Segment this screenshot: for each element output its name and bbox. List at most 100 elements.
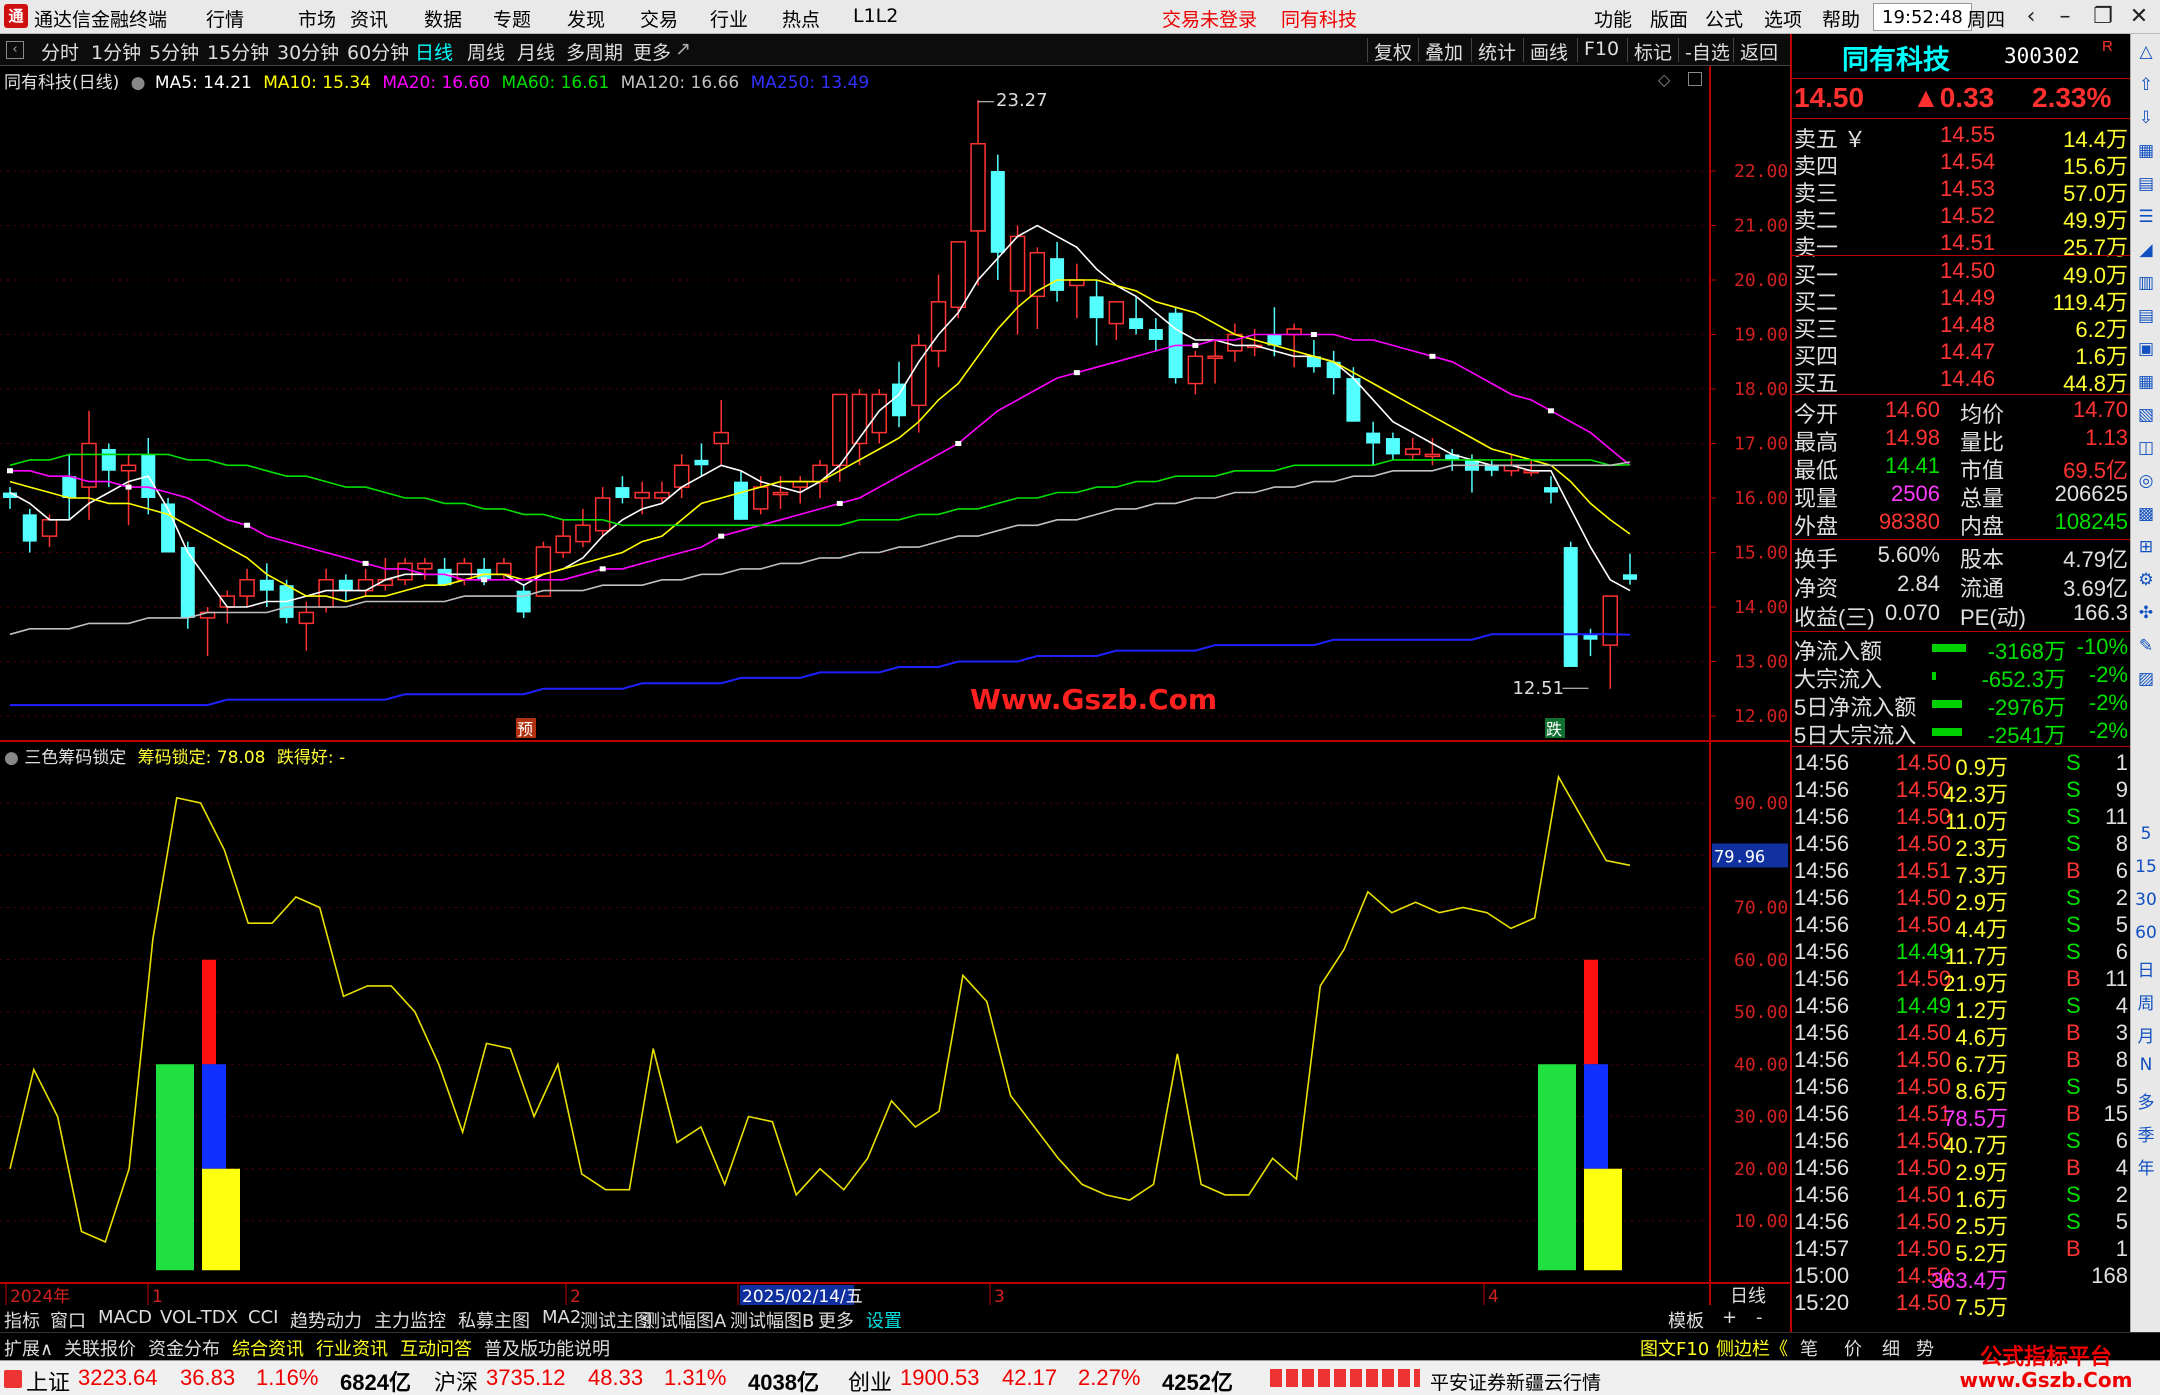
index-name[interactable]: 沪深 [434,1365,478,1395]
tool-button-7[interactable]: 返回 [1736,38,1782,64]
side-period-10[interactable]: 年 [2134,1154,2158,1179]
side-period-2[interactable]: 30 [2134,890,2158,910]
side-tool-icon[interactable]: ◢ [2134,240,2158,260]
indicator-tab-2[interactable]: MACD [98,1307,152,1328]
menu-right-item-2[interactable]: 公式 [1705,5,1743,32]
side-tool-icon[interactable]: ▧ [2134,405,2158,425]
indicator-tab-0[interactable]: 指标 [4,1307,40,1333]
side-tool-icon[interactable]: ◎ [2134,471,2158,491]
index-name[interactable]: 上证 [26,1365,70,1395]
side-period-1[interactable]: 15 [2134,857,2158,877]
side-tool-icon[interactable]: ⊞ [2134,537,2158,557]
side-tool-icon[interactable]: ▩ [2134,504,2158,524]
period-tab-10[interactable]: 更多 [630,38,674,64]
back-icon[interactable]: ‹ [2014,2,2048,32]
side-tool-icon[interactable]: ✎ [2134,636,2158,656]
more-arrow-icon[interactable]: ↗ [672,38,694,62]
side-tool-icon[interactable]: ⚙ [2134,570,2158,590]
period-tab-0[interactable]: 分时 [38,38,82,64]
indicator-tab-3[interactable]: VOL-TDX [160,1307,238,1328]
side-period-5[interactable]: 周 [2134,989,2158,1014]
ask-price-1[interactable]: 14.54 [1940,149,1995,175]
menu-item-1[interactable]: 市场 [298,5,336,32]
period-tab-4[interactable]: 30分钟 [274,38,342,64]
tool-button-0[interactable]: 复权 [1370,38,1416,64]
menu-item-9[interactable]: L1L2 [853,5,898,27]
indicator-tab-4[interactable]: CCI [248,1307,278,1328]
side-tool-icon[interactable]: ✣ [2134,603,2158,623]
tool-button-6[interactable]: -自选 [1681,38,1734,64]
tool-button-1[interactable]: 叠加 [1421,38,1467,64]
menu-item-5[interactable]: 发现 [567,5,605,32]
info-tab-1[interactable]: 关联报价 [64,1335,136,1361]
period-tab-5[interactable]: 60分钟 [344,38,412,64]
menu-item-7[interactable]: 行业 [710,5,748,32]
period-tab-9[interactable]: 多周期 [563,38,626,64]
side-tool-icon[interactable]: ⇧ [2134,75,2158,95]
period-tab-6[interactable]: 日线 [412,38,456,64]
info-tab-3[interactable]: 综合资讯 [232,1335,304,1361]
menu-item-3[interactable]: 数据 [424,5,462,32]
bid-price-0[interactable]: 14.50 [1940,258,1995,284]
bid-price-1[interactable]: 14.49 [1940,285,1995,311]
info-tab-5[interactable]: 互动问答 [400,1335,472,1361]
side-period-3[interactable]: 60 [2134,923,2158,943]
sub-settings-icon[interactable]: ● [4,748,19,768]
expand-icon[interactable] [1688,72,1702,86]
indicator-tab-11[interactable]: 测试幅图B [730,1307,814,1333]
index-name[interactable]: 创业 [848,1365,892,1395]
ask-price-2[interactable]: 14.53 [1940,176,1995,202]
login-status[interactable]: 交易未登录 [1162,5,1257,32]
menu-item-8[interactable]: 热点 [782,5,820,32]
period-tab-2[interactable]: 5分钟 [146,38,202,64]
side-tab-5[interactable]: 势 [1916,1335,1934,1361]
bid-price-2[interactable]: 14.48 [1940,312,1995,338]
candle[interactable] [180,541,195,629]
indicator-tab-7[interactable]: 私募主图 [458,1307,530,1333]
side-tool-icon[interactable]: ▤ [2134,174,2158,194]
side-tool-icon[interactable]: ▤ [2134,306,2158,326]
menu-item-6[interactable]: 交易 [640,5,678,32]
period-tab-1[interactable]: 1分钟 [88,38,144,64]
tool-button-5[interactable]: 标记 [1630,38,1676,64]
side-tool-icon[interactable]: ▦ [2134,372,2158,392]
template-tab-1[interactable]: + [1722,1307,1737,1328]
side-tab-1[interactable]: 侧边栏《 [1716,1335,1788,1361]
side-tool-icon[interactable]: ▦ [2134,141,2158,161]
bid-price-4[interactable]: 14.46 [1940,366,1995,392]
chart-area[interactable]: 22.00 21.00 20.00 19.00 18.00 17.00 16.00 15.00… [0,66,1790,1305]
side-period-7[interactable]: N [2134,1055,2158,1075]
side-tab-0[interactable]: 图文F10 [1640,1335,1709,1361]
side-period-6[interactable]: 月 [2134,1022,2158,1047]
collapse-icon[interactable]: ‹ [6,41,24,59]
side-tool-icon[interactable]: △ [2134,42,2158,62]
info-tab-0[interactable]: 扩展∧ [4,1335,53,1361]
broker-name[interactable]: 平安证券新疆云行情 [1430,1368,1601,1395]
menu-right-item-0[interactable]: 功能 [1594,5,1632,32]
side-tool-icon[interactable]: ▣ [2134,339,2158,359]
indicator-tab-10[interactable]: 测试幅图A [642,1307,726,1333]
indicator-tab-6[interactable]: 主力监控 [374,1307,446,1333]
side-tab-2[interactable]: 笔 [1800,1335,1818,1361]
side-period-9[interactable]: 季 [2134,1121,2158,1146]
settings-dot-icon[interactable]: ● [131,73,146,93]
indicator-tab-12[interactable]: 更多 [818,1307,854,1333]
ask-price-3[interactable]: 14.52 [1940,203,1995,229]
ask-price-4[interactable]: 14.51 [1940,230,1995,256]
template-tab-0[interactable]: 模板 [1668,1307,1704,1333]
tool-button-4[interactable]: F10 [1580,38,1623,62]
close-icon[interactable]: ✕ [2122,2,2156,32]
menu-item-2[interactable]: 资讯 [350,5,388,32]
diamond-icon[interactable]: ◇ [1658,70,1670,89]
side-tool-icon[interactable]: ▥ [2134,273,2158,293]
market-icon[interactable] [4,1370,22,1388]
tool-button-3[interactable]: 画线 [1526,38,1572,64]
bid-price-3[interactable]: 14.47 [1940,339,1995,365]
side-tool-icon[interactable]: ⇩ [2134,108,2158,128]
period-tab-8[interactable]: 月线 [514,38,558,64]
side-tab-3[interactable]: 价 [1844,1335,1862,1361]
candle[interactable] [1563,541,1578,667]
menu-right-item-1[interactable]: 版面 [1650,5,1688,32]
candle[interactable] [535,541,552,597]
indicator-tab-13[interactable]: 设置 [866,1307,902,1333]
